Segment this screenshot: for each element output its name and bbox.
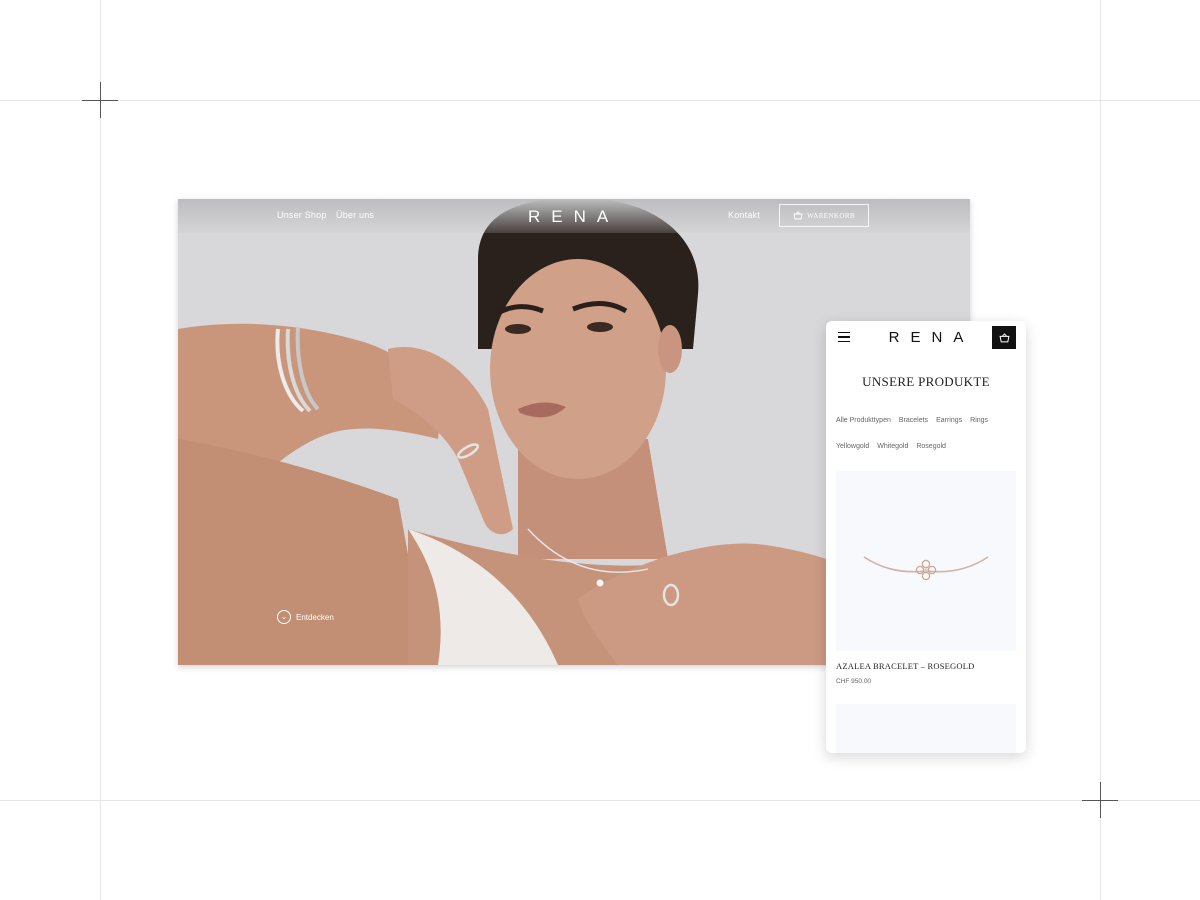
next-product-card[interactable] (836, 704, 1016, 753)
cart-button-label: WARENKORB (807, 211, 855, 220)
product-image[interactable] (836, 471, 1016, 651)
mobile-cart-button[interactable] (992, 326, 1016, 349)
filter-yellowgold[interactable]: Yellowgold (836, 443, 869, 450)
product-type-filters: Alle Produkttypen Bracelets Earrings Rin… (836, 417, 988, 424)
filter-earrings[interactable]: Earrings (936, 417, 962, 424)
basket-icon (998, 332, 1010, 342)
filter-rosegold[interactable]: Rosegold (916, 443, 946, 450)
product-name[interactable]: AZALEA BRACELET – ROSEGOLD (836, 661, 974, 671)
discover-button[interactable]: ⌄ Entdecken (277, 610, 334, 624)
guide-line-left (100, 0, 101, 900)
guide-line-right (1100, 0, 1101, 900)
filter-all-types[interactable]: Alle Produkttypen (836, 417, 891, 424)
guide-line-top (0, 100, 1200, 101)
bracelet-image (863, 556, 989, 581)
crop-mark-top-left-v (100, 82, 101, 118)
desktop-logo[interactable]: RENA (528, 207, 619, 227)
crop-mark-bottom-right-v (1100, 782, 1101, 818)
mobile-mockup: RENA UNSERE PRODUKTE Alle Produkttypen B… (826, 321, 1026, 753)
basket-icon (793, 211, 803, 220)
chevron-down-icon: ⌄ (277, 610, 291, 624)
products-title: UNSERE PRODUKTE (862, 374, 990, 389)
nav-shop-link[interactable]: Unser Shop (277, 210, 327, 220)
guide-line-bottom (0, 800, 1200, 801)
discover-label: Entdecken (296, 612, 334, 622)
nav-about-link[interactable]: Über uns (336, 210, 374, 220)
cart-button[interactable]: WARENKORB (779, 204, 869, 227)
metal-filters: Yellowgold Whitegold Rosegold (836, 443, 946, 450)
product-price: CHF 950.00 (836, 678, 872, 685)
nav-contact-link[interactable]: Kontakt (728, 210, 760, 220)
filter-bracelets[interactable]: Bracelets (899, 417, 928, 424)
filter-whitegold[interactable]: Whitegold (877, 443, 908, 450)
filter-rings[interactable]: Rings (970, 417, 988, 424)
